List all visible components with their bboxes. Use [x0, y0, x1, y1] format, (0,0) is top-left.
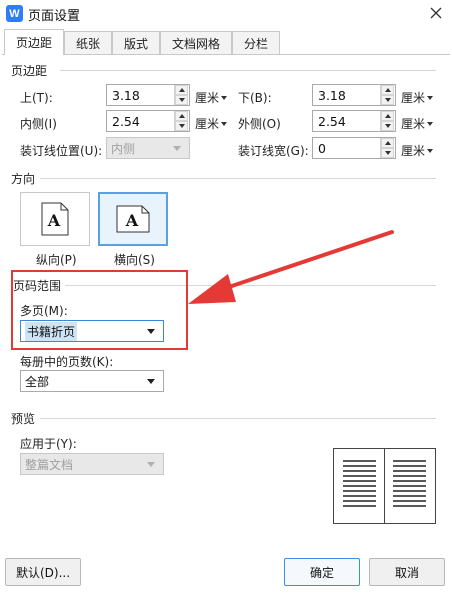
- tab-label: 纸张: [75, 36, 100, 51]
- book-fold-preview: [333, 448, 436, 524]
- close-button[interactable]: [424, 2, 448, 24]
- title-bar: W 页面设置: [0, 0, 452, 28]
- inner-margin-value[interactable]: 2.54: [107, 114, 174, 129]
- top-margin-label: 上(T):: [20, 91, 53, 105]
- gutter-width-unit[interactable]: 厘米: [401, 142, 434, 159]
- chevron-down-icon: [221, 121, 228, 126]
- outer-margin-label: 外侧(O): [238, 117, 281, 131]
- sheets-per-booklet-select[interactable]: 全部: [20, 370, 164, 392]
- spin-down-button[interactable]: [381, 148, 394, 158]
- red-arrow-annotation: [188, 230, 394, 304]
- dialog-title: 页面设置: [28, 9, 81, 24]
- chevron-down-icon: [173, 145, 181, 151]
- chevron-down-icon: [427, 121, 434, 126]
- spin-up-button[interactable]: [175, 85, 188, 95]
- tab-divider: [2, 54, 450, 55]
- landscape-page-icon: A: [116, 205, 150, 233]
- tab-document-grid[interactable]: 文档网格: [160, 31, 232, 54]
- spin-up-button[interactable]: [381, 138, 394, 148]
- sheets-per-booklet-value: 全部: [25, 374, 50, 389]
- portrait-glyph: A: [47, 211, 61, 230]
- apply-to-label: 应用于(Y):: [20, 437, 77, 451]
- bottom-margin-unit[interactable]: 厘米: [401, 89, 434, 106]
- cancel-button[interactable]: 取消: [369, 558, 445, 586]
- ok-button[interactable]: 确定: [284, 558, 360, 586]
- landscape-button[interactable]: A: [98, 192, 168, 246]
- gutter-width-spinner[interactable]: 0: [312, 137, 396, 159]
- chevron-down-icon: [147, 378, 155, 384]
- spin-down-button[interactable]: [381, 121, 394, 131]
- spin-down-button[interactable]: [175, 121, 188, 131]
- default-button[interactable]: 默认(D)...: [5, 558, 81, 586]
- portrait-label: 纵向(P): [36, 253, 77, 267]
- gutter-position-label: 装订线位置(U):: [20, 144, 103, 158]
- tab-label: 文档网格: [171, 36, 220, 51]
- landscape-label: 横向(S): [114, 253, 155, 267]
- margins-section-title: 页边距: [11, 62, 52, 79]
- sheets-per-booklet-label: 每册中的页数(K):: [20, 355, 114, 369]
- bottom-margin-spinner[interactable]: 3.18: [312, 84, 396, 106]
- chevron-down-icon: [221, 95, 228, 100]
- spin-up-button[interactable]: [381, 111, 394, 121]
- tab-label: 版式: [123, 36, 148, 51]
- bottom-margin-value[interactable]: 3.18: [313, 88, 380, 103]
- top-margin-spinner[interactable]: 3.18: [106, 84, 190, 106]
- gutter-width-label: 装订线宽(G):: [238, 144, 309, 158]
- app-logo-icon: W: [6, 5, 23, 22]
- preview-section-title: 预览: [11, 410, 40, 427]
- portrait-button[interactable]: A: [20, 192, 90, 246]
- spin-up-button[interactable]: [175, 111, 188, 121]
- section-divider: [40, 178, 436, 179]
- orientation-section-title: 方向: [11, 170, 40, 187]
- top-margin-unit[interactable]: 厘米: [195, 89, 228, 106]
- spin-down-button[interactable]: [381, 95, 394, 105]
- top-margin-value[interactable]: 3.18: [107, 88, 174, 103]
- gutter-position-select[interactable]: 内侧: [106, 137, 190, 159]
- landscape-glyph: A: [125, 211, 139, 230]
- spin-down-button[interactable]: [175, 95, 188, 105]
- apply-to-select[interactable]: 整篇文档: [20, 453, 164, 475]
- chevron-down-icon: [147, 461, 155, 467]
- tab-columns[interactable]: 分栏: [232, 31, 280, 54]
- close-icon: [430, 7, 442, 19]
- inner-margin-label: 内侧(I): [20, 117, 57, 131]
- tab-label: 页边距: [15, 36, 52, 50]
- gutter-position-value: 内侧: [111, 141, 136, 156]
- gutter-width-value[interactable]: 0: [313, 141, 380, 156]
- portrait-page-icon: A: [41, 202, 69, 236]
- section-divider: [60, 70, 436, 71]
- preview-pages-icon: [343, 449, 426, 523]
- chevron-down-icon: [427, 148, 434, 153]
- outer-margin-spinner[interactable]: 2.54: [312, 110, 396, 132]
- spin-up-button[interactable]: [381, 85, 394, 95]
- bottom-margin-label: 下(B):: [238, 91, 272, 105]
- tab-margins[interactable]: 页边距: [4, 29, 64, 55]
- tab-paper[interactable]: 纸张: [64, 31, 112, 54]
- section-divider: [40, 418, 436, 419]
- tab-label: 分栏: [243, 36, 268, 51]
- chevron-down-icon: [427, 95, 434, 100]
- tab-layout[interactable]: 版式: [112, 31, 160, 54]
- apply-to-value: 整篇文档: [25, 457, 74, 472]
- outer-margin-unit[interactable]: 厘米: [401, 115, 434, 132]
- highlight-box: [11, 270, 188, 350]
- outer-margin-value[interactable]: 2.54: [313, 114, 380, 129]
- inner-margin-unit[interactable]: 厘米: [195, 115, 228, 132]
- inner-margin-spinner[interactable]: 2.54: [106, 110, 190, 132]
